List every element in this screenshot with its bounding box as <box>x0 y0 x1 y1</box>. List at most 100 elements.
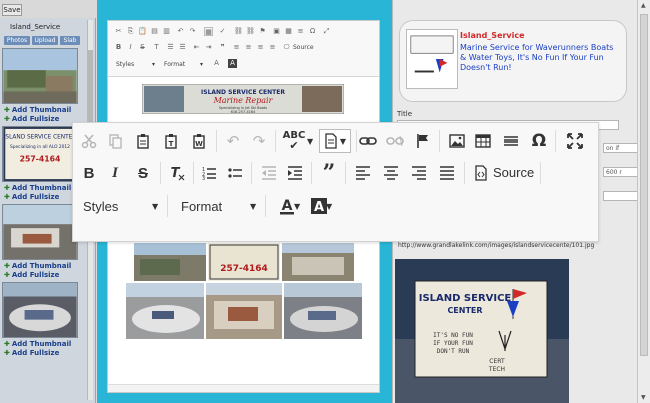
redo-icon[interactable]: ↷ <box>247 129 271 153</box>
templates-icon[interactable]: ▼ <box>319 129 351 153</box>
add-thumbnail-link[interactable]: ✚ Add Thumbnail <box>4 340 71 348</box>
spellcheck-icon[interactable]: ✓ <box>218 27 227 36</box>
scroll-down-icon[interactable]: ▼ <box>641 394 646 401</box>
paste-text-icon[interactable]: ▤ <box>150 27 159 36</box>
numbered-list-icon[interactable]: ☰ <box>166 43 175 52</box>
blockquote-icon[interactable]: ❞ <box>218 43 227 52</box>
scroll-up-icon[interactable]: ▲ <box>641 2 646 9</box>
styles-dropdown[interactable]: Styles <box>116 61 134 68</box>
indent-icon[interactable] <box>283 161 307 185</box>
align-center-icon[interactable] <box>379 161 403 185</box>
table-icon[interactable]: ▦ <box>284 27 293 36</box>
remove-format-icon[interactable]: T <box>152 43 161 52</box>
add-fullsize-link[interactable]: ✚ Add Fullsize <box>4 271 59 279</box>
italic-icon[interactable]: I <box>103 161 127 185</box>
paste-text-icon[interactable]: T <box>159 129 183 153</box>
italic-icon[interactable]: I <box>126 43 135 52</box>
text-color-icon[interactable]: A <box>212 59 221 68</box>
photo-image[interactable] <box>206 283 282 339</box>
undo-icon[interactable]: ↶ <box>176 27 185 36</box>
save-button[interactable]: Save <box>2 4 22 16</box>
unlink-icon[interactable] <box>383 129 407 153</box>
link-icon[interactable]: ⛓ <box>234 27 243 36</box>
source-button[interactable]: Source <box>493 165 534 180</box>
strike-icon[interactable]: S <box>138 43 147 52</box>
link-icon[interactable] <box>356 129 380 153</box>
format-dropdown[interactable]: Format <box>164 61 185 68</box>
add-thumbnail-link[interactable]: ✚ Add Thumbnail <box>4 184 71 192</box>
align-right-icon[interactable] <box>407 161 431 185</box>
bulleted-list-icon[interactable] <box>223 161 247 185</box>
align-left-icon[interactable] <box>351 161 375 185</box>
unlink-icon[interactable]: ⛓ <box>246 27 255 36</box>
justify-icon[interactable] <box>435 161 459 185</box>
right-scrollbar[interactable]: ▲ ▼ <box>637 0 650 403</box>
horizontal-rule-icon[interactable] <box>499 129 523 153</box>
photo-image[interactable] <box>126 283 204 339</box>
justify-icon[interactable]: ≡ <box>268 43 277 52</box>
photo-image[interactable] <box>134 243 206 281</box>
template-icon[interactable]: ▦ <box>204 27 213 36</box>
paste-icon[interactable]: 📋 <box>138 27 147 36</box>
align-left-icon[interactable]: ≡ <box>232 43 241 52</box>
right-scrollbar-thumb[interactable] <box>640 14 648 356</box>
numbered-list-icon[interactable]: 123 <box>197 161 221 185</box>
remove-format-icon[interactable]: T <box>165 161 189 185</box>
copy-icon[interactable] <box>103 129 127 153</box>
paste-icon[interactable] <box>131 129 155 153</box>
anchor-flag-icon[interactable] <box>411 129 435 153</box>
bold-icon[interactable]: B <box>114 43 123 52</box>
align-right-icon[interactable]: ≡ <box>256 43 265 52</box>
tab-photos[interactable]: Photos <box>4 36 30 45</box>
source-button[interactable]: Source <box>293 44 314 51</box>
tab-slab[interactable]: Slab <box>60 36 80 45</box>
field-input[interactable]: on if <box>603 143 639 153</box>
indent-icon[interactable]: ⇥ <box>204 43 213 52</box>
outdent-icon[interactable]: ⇤ <box>192 43 201 52</box>
copy-icon[interactable]: ⎘ <box>126 27 135 36</box>
thumbnail-image[interactable] <box>2 282 78 338</box>
thumbnail-image[interactable]: ISLAND SERVICE CENTER Specializing in al… <box>2 126 78 182</box>
maximize-icon[interactable]: ⤢ <box>322 27 331 36</box>
image-icon[interactable]: ▣ <box>272 27 281 36</box>
cut-icon[interactable]: ✂ <box>114 27 123 36</box>
image-icon[interactable] <box>445 129 469 153</box>
thumbnail-image[interactable] <box>2 48 78 104</box>
paste-word-icon[interactable]: W <box>187 129 211 153</box>
source-icon[interactable] <box>469 161 493 185</box>
align-center-icon[interactable]: ≡ <box>244 43 253 52</box>
add-fullsize-link[interactable]: ✚ Add Fullsize <box>4 349 59 357</box>
add-thumbnail-link[interactable]: ✚ Add Thumbnail <box>4 262 71 270</box>
thumbnail-image[interactable] <box>2 204 78 260</box>
paste-word-icon[interactable]: ▥ <box>162 27 171 36</box>
special-char-icon[interactable]: Ω <box>308 27 317 36</box>
blockquote-icon[interactable]: ” <box>317 160 341 186</box>
undo-icon[interactable]: ↶ <box>221 129 245 153</box>
photo-image[interactable] <box>282 243 354 281</box>
redo-icon[interactable]: ↷ <box>188 27 197 36</box>
anchor-flag-icon[interactable]: ⚑ <box>258 27 267 36</box>
styles-dropdown[interactable]: Styles <box>83 194 118 218</box>
horizontal-rule-icon[interactable]: ≡ <box>296 27 305 36</box>
add-thumbnail-link[interactable]: ✚ Add Thumbnail <box>4 106 71 114</box>
photo-image[interactable] <box>284 283 362 339</box>
bg-color-icon[interactable]: A <box>228 59 237 68</box>
spellcheck-icon[interactable]: ABC ✔ <box>279 129 309 153</box>
bulleted-list-icon[interactable]: ☰ <box>178 43 187 52</box>
editor-resize-bar[interactable] <box>108 384 379 392</box>
table-icon[interactable] <box>471 129 495 153</box>
tab-upload[interactable]: Upload <box>32 36 58 45</box>
outdent-icon[interactable] <box>257 161 281 185</box>
chevron-down-icon[interactable]: ▼ <box>307 137 313 146</box>
field-input[interactable] <box>603 191 639 201</box>
field-input[interactable]: 600 r <box>603 167 639 177</box>
format-dropdown[interactable]: Format <box>181 194 222 218</box>
bold-icon[interactable]: B <box>77 161 101 185</box>
photo-image[interactable]: 257-4164 <box>208 243 280 281</box>
maximize-icon[interactable] <box>563 129 587 153</box>
add-fullsize-link[interactable]: ✚ Add Fullsize <box>4 193 59 201</box>
selected-image-preview[interactable]: ISLAND SERVICE CENTER IT'S NO FUN IF YOU… <box>395 259 569 403</box>
banner-image[interactable]: ISLAND SERVICE CENTER Marine Repair Spec… <box>142 84 344 114</box>
source-icon[interactable]: ⎔ <box>282 43 291 52</box>
add-fullsize-link[interactable]: ✚ Add Fullsize <box>4 115 59 123</box>
